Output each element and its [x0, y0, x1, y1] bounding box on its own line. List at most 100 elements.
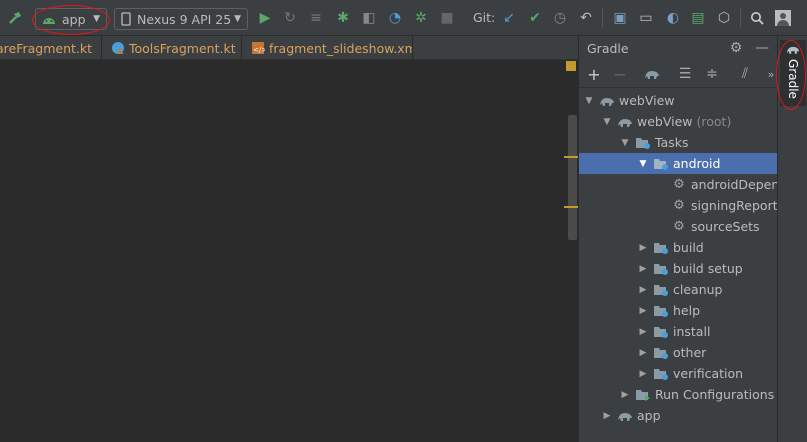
sdk-manager-icon[interactable]: ⬡: [715, 8, 733, 28]
gear-icon[interactable]: ⚙: [728, 39, 744, 57]
chevron-down-icon: ▼: [234, 14, 241, 24]
gradle-toolbar: + − ☰ ≑ ⫽ »: [579, 60, 778, 88]
run-icon[interactable]: ▶: [256, 8, 274, 28]
warning-stripe[interactable]: [564, 156, 578, 158]
task-folder-icon: [653, 304, 669, 318]
phone-icon: [121, 12, 131, 26]
attach-debugger-icon[interactable]: ✲: [412, 8, 430, 28]
expanded-caret-icon[interactable]: ▼: [619, 138, 631, 148]
collapsed-caret-icon[interactable]: ▶: [637, 306, 649, 316]
tree-item-build[interactable]: ▶ build: [579, 237, 778, 258]
collapsed-caret-icon[interactable]: ▶: [637, 243, 649, 253]
tree-item-source-sets[interactable]: ⚙ sourceSets: [579, 216, 778, 237]
tree-item-label: Run Configurations: [655, 387, 775, 402]
tree-item-install[interactable]: ▶ install: [579, 321, 778, 342]
tree-item-label: signingReport: [691, 198, 778, 213]
tree-item-label: webView: [637, 114, 693, 129]
tree-item-cleanup[interactable]: ▶ cleanup: [579, 279, 778, 300]
vcs-history-icon[interactable]: ◷: [551, 8, 569, 28]
tree-item-help[interactable]: ▶ help: [579, 300, 778, 321]
tree-item-label: app: [637, 408, 661, 423]
editor-scrollbar[interactable]: [568, 115, 577, 240]
collapsed-caret-icon[interactable]: ▶: [637, 369, 649, 379]
tab-label: fragment_slideshow.xml: [269, 40, 413, 56]
tab-tools-fragment[interactable]: ToolsFragment.kt ✕: [103, 36, 242, 60]
tree-item-app[interactable]: ▶ app: [579, 405, 778, 426]
toolbar-separator: [602, 8, 603, 28]
gradle-header: Gradle ⚙ —: [579, 36, 778, 60]
profiler-icon[interactable]: ◔: [386, 8, 404, 28]
device-select[interactable]: Nexus 9 API 25 ▼: [114, 8, 248, 30]
tree-item-tasks[interactable]: ▼ Tasks: [579, 132, 778, 153]
warning-stripe[interactable]: [564, 206, 578, 208]
collapse-all-icon[interactable]: ≑: [703, 65, 721, 83]
tree-item-label: build setup: [673, 261, 743, 276]
collapsed-caret-icon[interactable]: ▶: [637, 285, 649, 295]
add-icon[interactable]: +: [585, 65, 603, 84]
expanded-caret-icon[interactable]: ▼: [601, 117, 613, 127]
tree-item-other[interactable]: ▶ other: [579, 342, 778, 363]
svg-text:</>: </>: [253, 46, 265, 54]
main-toolbar: app ▼ Nexus 9 API 25 ▼ ▶ ↻ ≡ ✱ ◧ ◔ ✲ ■ G…: [0, 0, 807, 36]
toolbar-separator: [740, 8, 741, 28]
apply-changes-icon[interactable]: ↻: [281, 8, 299, 28]
collapsed-caret-icon[interactable]: ▶: [637, 264, 649, 274]
tab-label: areFragment.kt: [0, 40, 93, 56]
tree-item-run-configurations[interactable]: ▶ Run Configurations: [579, 384, 778, 405]
run-config-folder-icon: [635, 388, 651, 402]
user-account-icon[interactable]: [774, 8, 792, 28]
remove-icon[interactable]: −: [611, 65, 629, 84]
toggle-offline-icon[interactable]: ⫽: [736, 65, 754, 83]
debug-icon[interactable]: ✱: [334, 8, 352, 28]
avd-manager-icon[interactable]: ▤: [689, 8, 707, 28]
tab-fragment-slideshow[interactable]: </> fragment_slideshow.xml: [243, 36, 413, 60]
elephant-icon: [599, 94, 615, 108]
rollback-icon[interactable]: ↶: [577, 8, 595, 28]
gear-icon: ⚙: [673, 177, 685, 192]
stop-icon[interactable]: ■: [438, 8, 456, 28]
search-icon[interactable]: [748, 8, 766, 28]
tree-item-build-setup[interactable]: ▶ build setup: [579, 258, 778, 279]
tree-item-verification[interactable]: ▶ verification: [579, 363, 778, 384]
terminal-icon[interactable]: ▭: [637, 8, 655, 28]
project-structure-icon[interactable]: ▣: [611, 8, 629, 28]
gradle-title: Gradle: [587, 40, 629, 56]
tree-item-webview-project[interactable]: ▼ webView: [579, 90, 778, 111]
tree-item-signing-report[interactable]: ⚙ signingReport: [579, 195, 778, 216]
vcs-commit-icon[interactable]: ✔: [526, 8, 544, 28]
annotation-circle: [32, 5, 110, 35]
minimize-icon[interactable]: —: [754, 39, 770, 57]
tree-item-android-dependencies[interactable]: ⚙ androidDependencies: [579, 174, 778, 195]
collapsed-caret-icon[interactable]: ▶: [637, 348, 649, 358]
tree-item-label: help: [673, 303, 701, 318]
inspection-status-marker[interactable]: [566, 61, 576, 71]
hammer-build-icon[interactable]: [6, 8, 24, 28]
elephant-icon[interactable]: [643, 65, 661, 83]
task-folder-icon: [653, 283, 669, 297]
tree-item-webview-root[interactable]: ▼ webView (root): [579, 111, 778, 132]
tree-item-suffix: (root): [696, 114, 732, 129]
expanded-caret-icon[interactable]: ▼: [583, 96, 595, 106]
expanded-caret-icon[interactable]: ▼: [637, 159, 649, 169]
vcs-update-icon[interactable]: ↙: [500, 8, 518, 28]
run-with-coverage-icon[interactable]: ◧: [360, 8, 378, 28]
collapsed-caret-icon[interactable]: ▶: [619, 390, 631, 400]
collapsed-caret-icon[interactable]: ▶: [601, 411, 613, 421]
gradle-sync-icon[interactable]: ◐: [664, 8, 682, 28]
tree-item-label: other: [673, 345, 707, 360]
tree-item-android[interactable]: ▼ android: [579, 153, 778, 174]
gear-icon: ⚙: [673, 219, 685, 234]
apply-code-changes-icon[interactable]: ≡: [307, 8, 325, 28]
tree-item-label: webView: [619, 93, 675, 108]
gradle-tool-window: Gradle ⚙ — + − ☰ ≑ ⫽ » ▼ webView ▼ webVi…: [578, 36, 778, 442]
task-folder-icon: [653, 346, 669, 360]
collapsed-caret-icon[interactable]: ▶: [637, 327, 649, 337]
tree-item-label: cleanup: [673, 282, 723, 297]
kotlin-file-icon: [111, 41, 125, 55]
code-editor[interactable]: [0, 60, 578, 442]
tree-item-label: verification: [673, 366, 744, 381]
expand-all-icon[interactable]: ☰: [676, 65, 694, 83]
task-folder-icon: [653, 241, 669, 255]
tab-share-fragment[interactable]: areFragment.kt ✕: [0, 36, 102, 60]
close-icon[interactable]: ✕: [100, 42, 101, 55]
